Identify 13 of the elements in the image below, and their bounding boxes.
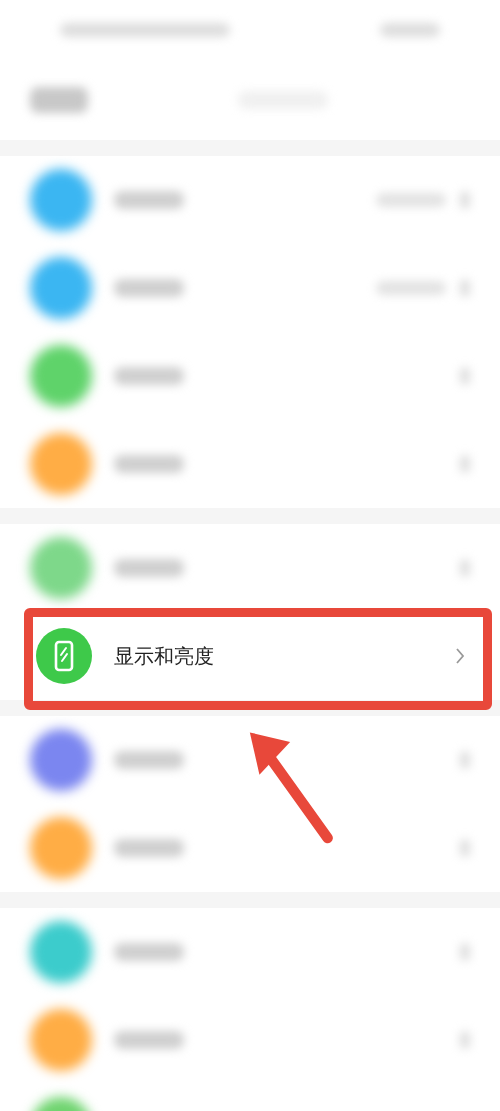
row-label: 显示和亮度	[114, 642, 214, 670]
blurred-text	[114, 751, 184, 769]
blurred-text	[114, 559, 184, 577]
blurred-title	[30, 87, 88, 113]
blurred-text	[114, 279, 184, 297]
chevron-icon	[454, 647, 466, 665]
blurred-text	[114, 455, 184, 473]
blurred-text	[114, 1031, 184, 1049]
blurred-status-icons	[380, 23, 440, 37]
blurred-text	[114, 191, 184, 209]
blurred-text	[114, 839, 184, 857]
blurred-text	[114, 367, 184, 385]
blurred-text	[114, 943, 184, 961]
